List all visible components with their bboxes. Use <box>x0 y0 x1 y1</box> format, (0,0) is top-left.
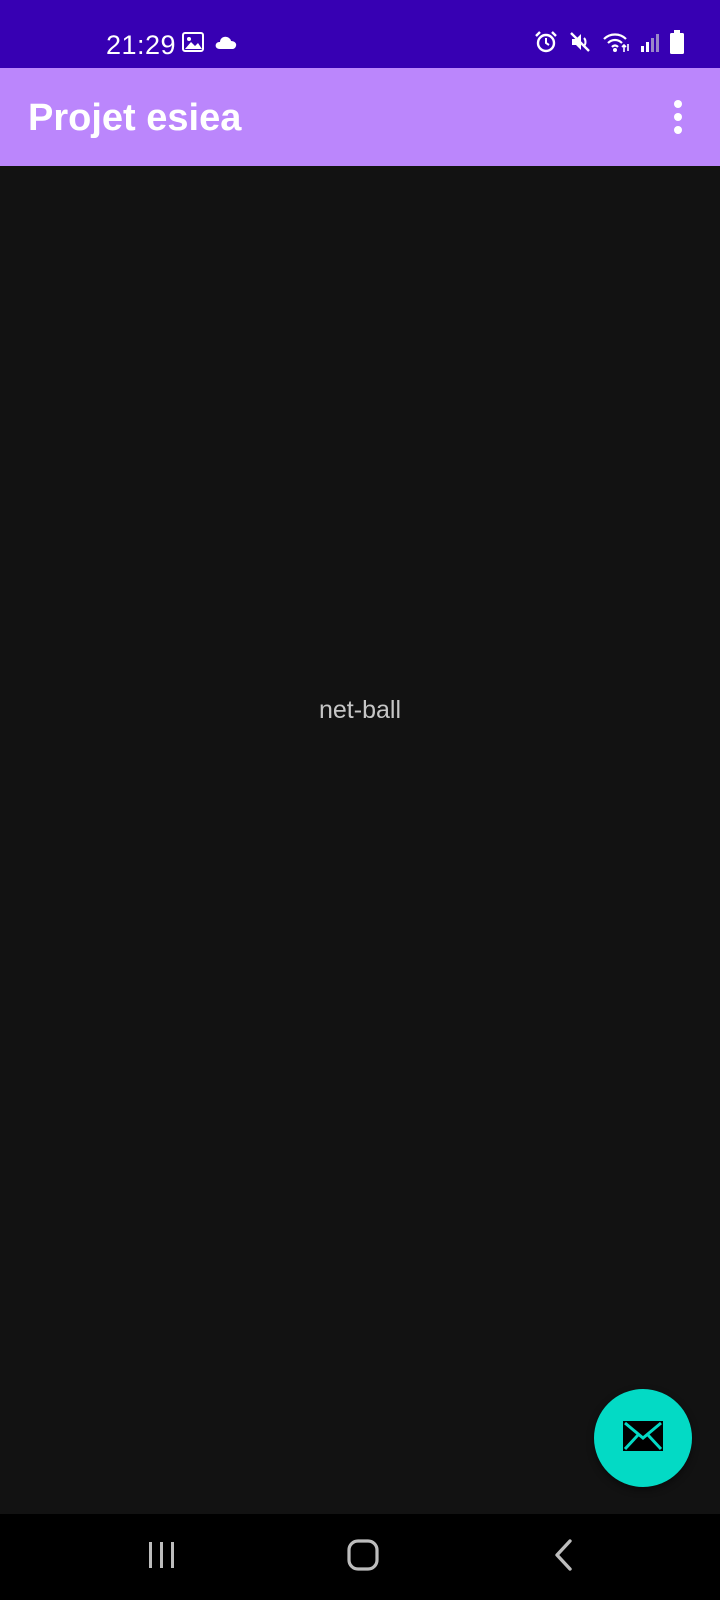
status-bar: 21:29 <box>0 0 720 68</box>
more-vert-icon <box>674 100 682 108</box>
status-right-icons <box>534 30 684 59</box>
mail-icon <box>621 1419 665 1458</box>
status-left-icons <box>182 32 238 57</box>
content-text: net-ball <box>319 696 401 724</box>
back-button[interactable] <box>534 1532 594 1582</box>
status-time: 21:29 <box>106 30 177 60</box>
app-screen: 21:29 Projet esiea net-ball <box>0 0 720 1600</box>
recents-button[interactable] <box>132 1532 192 1582</box>
battery-icon <box>670 30 684 59</box>
cloud-icon <box>214 34 238 55</box>
mute-icon <box>568 30 592 59</box>
more-options-button[interactable] <box>654 90 702 144</box>
app-bar: Projet esiea <box>0 68 720 166</box>
main-content: net-ball <box>0 166 720 1514</box>
wifi-icon <box>602 31 630 58</box>
home-button[interactable] <box>333 1532 393 1582</box>
mail-fab-button[interactable] <box>594 1389 692 1487</box>
image-icon <box>182 32 204 57</box>
system-nav-bar <box>0 1514 720 1600</box>
back-icon <box>552 1538 576 1577</box>
app-title: Projet esiea <box>28 97 242 139</box>
alarm-icon <box>534 30 558 59</box>
home-icon <box>346 1538 380 1577</box>
signal-icon <box>640 31 660 58</box>
recents-icon <box>147 1540 177 1575</box>
